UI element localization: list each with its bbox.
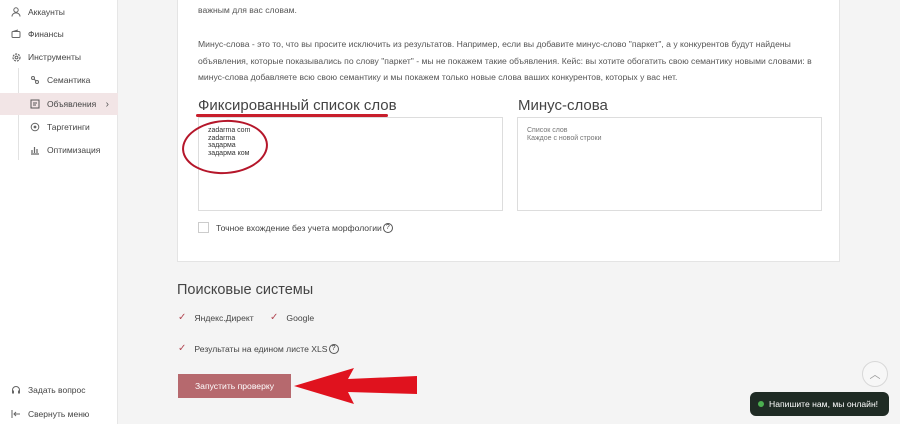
checkmark-icon[interactable]: ✓ xyxy=(178,343,186,354)
sidebar-item-label: Объявления xyxy=(47,99,97,109)
target-icon xyxy=(29,121,41,133)
semantics-icon xyxy=(29,74,41,86)
checkmark-icon[interactable]: ✓ xyxy=(178,312,186,323)
sidebar-item-label: Финансы xyxy=(28,29,64,39)
exact-match-checkbox[interactable] xyxy=(198,222,209,233)
settings-card: важным для вас словам. Минус-слова - это… xyxy=(177,0,840,262)
headset-icon xyxy=(10,384,22,396)
chat-widget-button[interactable]: Напишите нам, мы онлайн! xyxy=(750,392,889,416)
sidebar-item-semantics[interactable]: Семантика xyxy=(0,69,118,91)
gear-icon xyxy=(10,51,22,63)
collapse-menu-label: Свернуть меню xyxy=(28,409,90,419)
yandex-checkbox-row[interactable]: ✓ Яндекс.Директ xyxy=(178,312,254,323)
checkmark-icon[interactable]: ✓ xyxy=(270,312,278,323)
exact-match-checkbox-row[interactable]: Точное вхождение без учета морфологии ? xyxy=(198,222,393,233)
ads-icon xyxy=(29,98,41,110)
sidebar: Аккаунты Финансы Инструменты Семантика О… xyxy=(0,0,118,424)
sidebar-item-finance[interactable]: Финансы xyxy=(0,23,118,45)
sidebar-item-label: Семантика xyxy=(47,75,91,85)
sidebar-item-label: Оптимизация xyxy=(47,145,101,155)
scroll-up-button[interactable]: ︿ xyxy=(862,361,888,387)
sidebar-item-accounts[interactable]: Аккаунты xyxy=(0,1,118,23)
fixed-list-title: Фиксированный список слов xyxy=(198,97,397,114)
sidebar-item-tools[interactable]: Инструменты xyxy=(0,46,118,68)
search-systems-title: Поисковые системы xyxy=(177,282,314,298)
xls-checkbox-row[interactable]: ✓ Результаты на едином листе XLS ? xyxy=(178,343,339,354)
google-label: Google xyxy=(286,312,315,323)
sidebar-item-label: Аккаунты xyxy=(28,7,65,17)
online-status-icon xyxy=(758,401,764,407)
collapse-arrow-icon xyxy=(10,408,22,420)
wallet-icon xyxy=(10,28,22,40)
sidebar-item-label: Инструменты xyxy=(28,52,82,62)
help-icon[interactable]: ? xyxy=(328,343,339,354)
minus-words-input[interactable] xyxy=(517,117,822,211)
collapse-menu-button[interactable]: Свернуть меню xyxy=(0,403,118,424)
chevron-up-icon: ︿ xyxy=(869,369,881,381)
sidebar-item-ads[interactable]: Объявления › xyxy=(0,93,118,115)
ask-question-link[interactable]: Задать вопрос xyxy=(0,379,118,401)
chevron-right-icon: › xyxy=(105,98,109,110)
minus-words-description: Минус-слова - это то, что вы просите иск… xyxy=(198,39,812,82)
chart-icon xyxy=(29,144,41,156)
chat-label: Напишите нам, мы онлайн! xyxy=(769,399,879,409)
user-icon xyxy=(10,6,22,18)
exact-match-label: Точное вхождение без учета морфологии xyxy=(216,222,382,233)
minus-words-title: Минус-слова xyxy=(518,97,608,114)
run-check-button[interactable]: Запустить проверку xyxy=(178,374,291,398)
sidebar-item-label: Таргетинги xyxy=(47,122,90,132)
annotation-arrow-icon xyxy=(294,368,417,404)
xls-label: Результаты на едином листе XLS xyxy=(194,343,328,354)
sidebar-item-optimization[interactable]: Оптимизация xyxy=(0,139,118,161)
ask-question-label: Задать вопрос xyxy=(28,385,86,395)
help-icon[interactable]: ? xyxy=(382,222,393,233)
yandex-label: Яндекс.Директ xyxy=(194,312,254,323)
intro-text: важным для вас словам. xyxy=(198,5,297,15)
google-checkbox-row[interactable]: ✓ Google xyxy=(270,312,314,323)
sidebar-item-targeting[interactable]: Таргетинги xyxy=(0,116,118,138)
